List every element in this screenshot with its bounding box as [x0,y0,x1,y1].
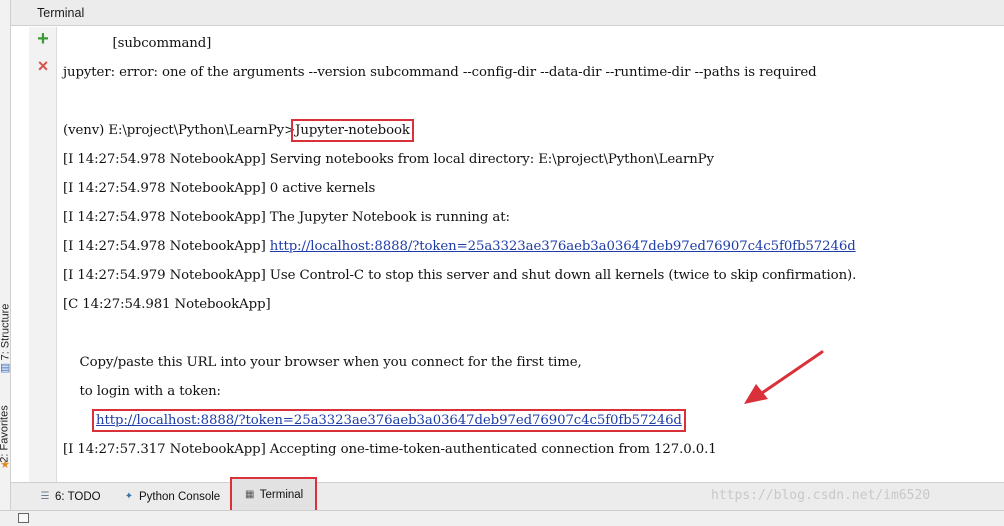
prompt-path: (venv) E:\project\Python\LearnPy> [63,123,296,138]
terminal-tool-tab[interactable]: ▦ Terminal [230,477,317,512]
new-session-button[interactable]: + [35,29,51,49]
python-console-tool-tab[interactable]: ✦ Python Console [123,488,220,506]
login-url-line: http://localhost:8888/?token=25a3323ae37… [63,409,686,433]
command-highlight: Jupyter-notebook [291,119,414,142]
todo-icon: ☰ [40,491,50,502]
terminal-line: [I 14:27:54.978 NotebookApp] Serving not… [63,152,714,167]
left-tool-stripe: 7: Structure ▤ 2: Favorites ★ [0,0,11,510]
command-prompt-line: (venv) E:\project\Python\LearnPy>Jupyter… [63,119,414,143]
python-console-tab-label: Python Console [139,491,221,503]
watermark: https://blog.csdn.net/im6520 [711,488,931,503]
login-url-link[interactable]: http://localhost:8888/?token=25a3323ae37… [92,409,686,432]
terminal-line: [I 14:27:54.978 NotebookApp] The Jupyter… [63,210,510,225]
terminal-line: [subcommand] [63,36,212,51]
favorites-tab-label: 2: Favorites [0,405,11,463]
terminal-title-bar: Terminal [11,0,1004,26]
close-session-button[interactable]: × [35,57,51,75]
toggle-tool-windows-icon[interactable] [18,513,29,523]
terminal-line: jupyter: error: one of the arguments --v… [63,65,817,80]
star-icon: ★ [0,459,10,471]
status-bar [0,510,1004,526]
terminal-gutter [29,27,57,482]
terminal-line: [C 14:27:54.981 NotebookApp] [63,297,271,312]
terminal-tab-label: Terminal [259,488,304,501]
terminal-line: [I 14:27:54.978 NotebookApp] 0 active ke… [63,181,376,196]
structure-icon: ▤ [0,362,11,374]
structure-tool-tab[interactable]: 7: Structure [0,292,12,372]
terminal-line: [I 14:27:54.979 NotebookApp] Use Control… [63,268,857,283]
todo-tool-tab[interactable]: ☰ 6: TODO [39,488,101,506]
terminal-line: [I 14:27:57.317 NotebookApp] Accepting o… [63,442,717,457]
window-title: Terminal [37,6,85,20]
server-url-link[interactable]: http://localhost:8888/?token=25a3323ae37… [270,239,856,254]
url-indent [63,413,96,428]
terminal-line: to login with a token: [63,384,222,399]
server-url-line: [I 14:27:54.978 NotebookApp] http://loca… [63,239,856,259]
terminal-line: Copy/paste this URL into your browser wh… [63,355,582,370]
terminal-output[interactable]: [subcommand] jupyter: error: one of the … [58,27,1004,482]
terminal-icon: ▦ [245,488,255,500]
todo-tab-label: 6: TODO [55,491,101,503]
python-icon: ✦ [124,491,134,502]
log-prefix: [I 14:27:54.978 NotebookApp] [63,239,270,254]
structure-tab-label: 7: Structure [0,303,12,361]
bottom-tool-bar: ☰ 6: TODO ✦ Python Console ▦ Terminal ht… [11,477,1004,512]
